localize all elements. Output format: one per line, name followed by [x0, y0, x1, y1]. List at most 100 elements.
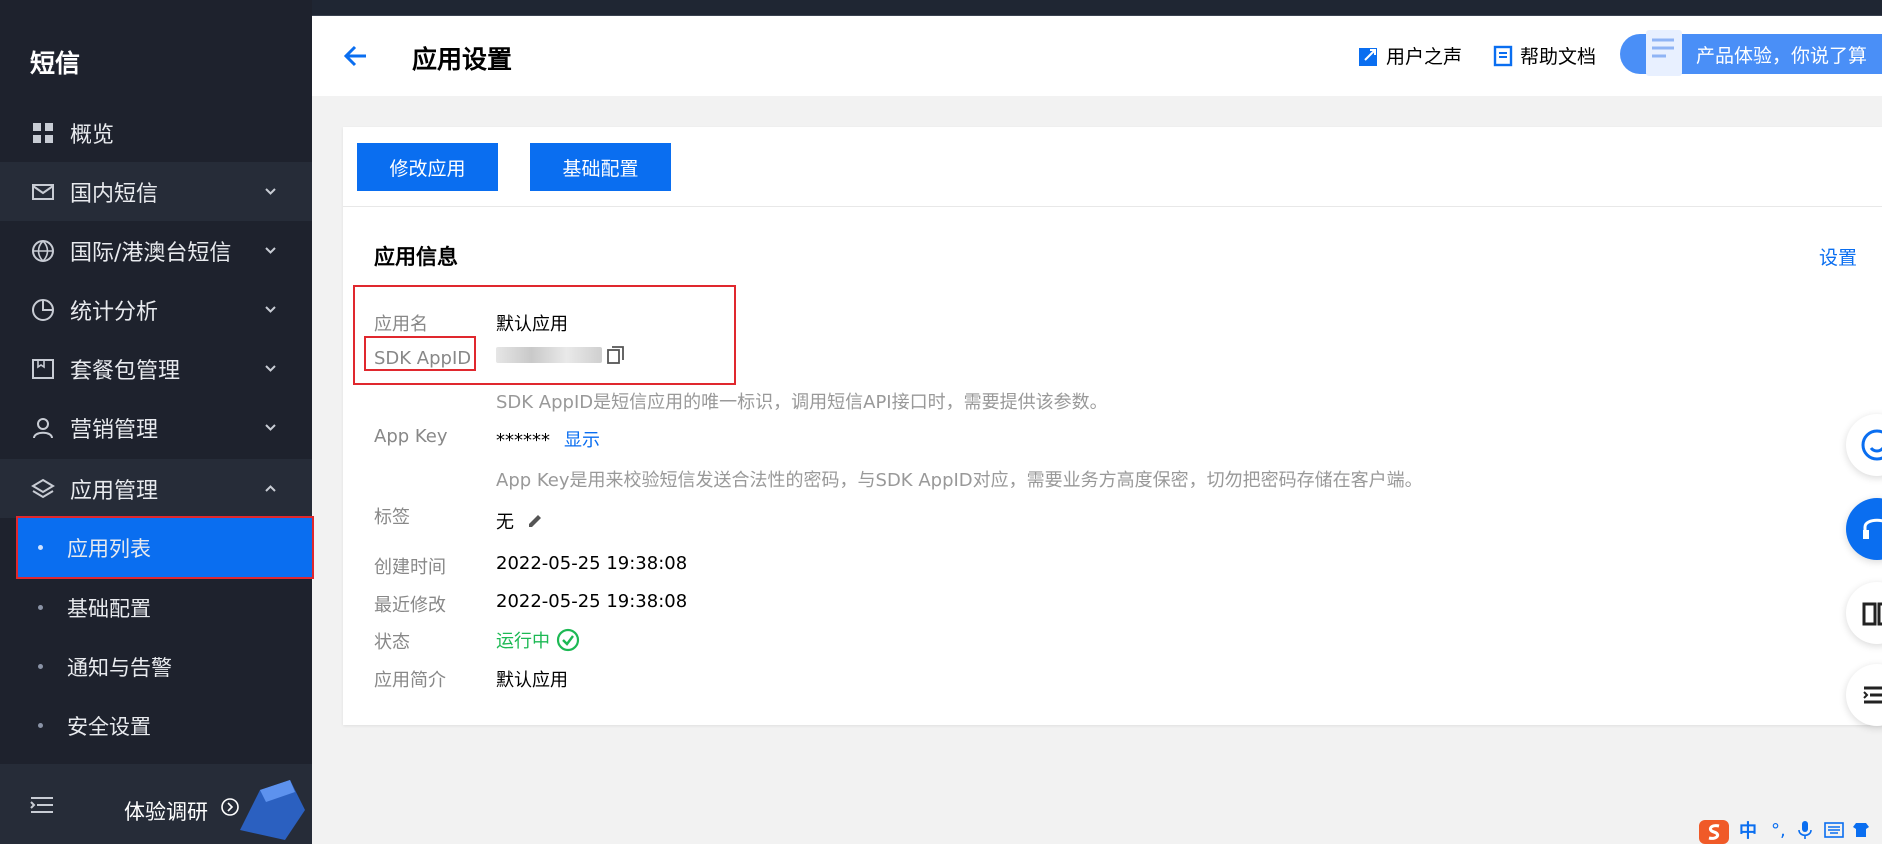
description-value: 默认应用: [496, 670, 568, 691]
ime-language[interactable]: 中: [1739, 817, 1757, 843]
survey-document-icon: [1646, 30, 1682, 76]
user-icon: [30, 415, 56, 441]
sogou-logo-icon: [1699, 820, 1729, 844]
chevron-down-icon: [265, 188, 276, 195]
description-label: 应用简介: [374, 670, 446, 691]
back-arrow-icon[interactable]: [342, 42, 370, 70]
pie-chart-icon: [30, 297, 56, 323]
sidebar-item-overview[interactable]: 概览: [0, 103, 312, 162]
sidebar-item-label: 应用管理: [70, 478, 159, 504]
menu-float-button[interactable]: [1846, 664, 1882, 726]
sidebar-subitem-label: 应用列表: [67, 536, 151, 561]
sidebar-footer: 体验调研: [0, 764, 312, 844]
sdk-appid-value: [496, 345, 626, 365]
layers-icon: [30, 476, 56, 502]
sidebar-item-app-management[interactable]: 应用管理: [0, 459, 312, 518]
ime-toolbar: 中 °,: [1697, 816, 1882, 844]
status-badge: 运行中: [496, 627, 580, 653]
smiley-icon: [1861, 429, 1882, 461]
mail-icon: [30, 179, 56, 205]
settings-link[interactable]: 设置: [1819, 243, 1857, 270]
sdk-appid-label: SDK AppID: [374, 348, 472, 369]
circle-arrow-right-icon[interactable]: [220, 797, 240, 817]
status-text: 运行中: [496, 631, 550, 652]
app-name-value: 默认应用: [496, 314, 568, 335]
edit-app-button[interactable]: 修改应用: [357, 143, 498, 191]
chevron-down-icon: [265, 365, 276, 372]
created-label: 创建时间: [374, 557, 446, 578]
edit-square-icon: [1359, 47, 1377, 66]
app-name-label: 应用名: [374, 314, 428, 335]
sidebar-title: 短信: [30, 49, 81, 78]
page-header: 应用设置 用户之声 帮助文档 产品体验，你说了算: [312, 16, 1882, 96]
appkey-hint: App Key是用来校验短信发送合法性的密码，与SDK AppID对应，需要业务…: [496, 470, 1423, 491]
docs-float-button[interactable]: [1846, 582, 1882, 644]
sidebar-item-label: 概览: [70, 122, 115, 148]
status-label: 状态: [374, 632, 410, 653]
check-circle-icon: [556, 628, 580, 652]
tag-label: 标签: [374, 507, 410, 528]
sidebar-subitem-label: 通知与告警: [67, 655, 172, 680]
sidebar-subitem-notifications[interactable]: 通知与告警: [0, 637, 312, 696]
package-icon: [30, 356, 56, 382]
globe-icon: [30, 238, 56, 264]
dashboard-icon: [30, 120, 56, 146]
modified-value: 2022-05-25 19:38:08: [496, 591, 688, 612]
sidebar-subitem-app-list[interactable]: 应用列表: [16, 516, 314, 579]
copy-icon[interactable]: [606, 345, 626, 365]
created-value: 2022-05-25 19:38:08: [496, 553, 688, 574]
sidebar-item-label: 国际/港澳台短信: [70, 240, 232, 266]
tag-text: 无: [496, 512, 514, 533]
help-docs-link[interactable]: 帮助文档: [1492, 42, 1596, 69]
bullet-icon: [38, 664, 43, 669]
redacted-appid: [496, 347, 602, 363]
app-settings-card: 修改应用 基础配置 应用信息 设置 应用名 默认应用 SDK AppID SDK…: [343, 127, 1882, 725]
sidebar-item-marketing[interactable]: 营销管理: [0, 398, 312, 457]
keyboard-icon[interactable]: [1823, 822, 1844, 838]
collapse-menu-icon[interactable]: [30, 796, 54, 814]
divider: [343, 206, 1882, 207]
chevron-up-icon: [265, 485, 276, 492]
chevron-down-icon: [265, 247, 276, 254]
bullet-icon: [38, 723, 43, 728]
chevron-down-icon: [265, 424, 276, 431]
sidebar-subitem-security[interactable]: 安全设置: [0, 696, 312, 755]
headset-icon: [1863, 518, 1882, 539]
tag-value: 无: [496, 508, 544, 534]
bullet-icon: [38, 605, 43, 610]
sidebar-item-domestic-sms[interactable]: 国内短信: [0, 162, 312, 221]
sidebar-item-packages[interactable]: 套餐包管理: [0, 339, 312, 398]
pencil-icon[interactable]: [526, 512, 544, 530]
appkey-value: ****** 显示: [496, 426, 600, 452]
sidebar: 短信 概览 国内短信 国际/港澳台短信 统计分析 套餐包管理 营销管理 应用管理…: [0, 0, 314, 844]
sidebar-subitem-basic-config[interactable]: 基础配置: [0, 578, 312, 637]
sidebar-subitem-label: 安全设置: [67, 714, 151, 739]
section-title: 应用信息: [374, 245, 458, 269]
book-icon: [1862, 602, 1882, 626]
modified-label: 最近修改: [374, 595, 446, 616]
sidebar-item-label: 统计分析: [70, 299, 159, 325]
smiley-feedback-button[interactable]: [1846, 414, 1882, 476]
sidebar-item-statistics[interactable]: 统计分析: [0, 280, 312, 339]
customer-service-button[interactable]: [1846, 498, 1882, 560]
page-title: 应用设置: [412, 45, 513, 74]
bullet-icon: [38, 545, 43, 550]
sidebar-item-label: 国内短信: [70, 181, 159, 207]
microphone-icon[interactable]: [1797, 820, 1812, 840]
feedback-link[interactable]: 用户之声: [1358, 42, 1462, 69]
sidebar-item-intl-sms[interactable]: 国际/港澳台短信: [0, 221, 312, 280]
document-icon: [1493, 45, 1513, 66]
survey-illustration-icon: [240, 780, 305, 840]
survey-link[interactable]: 体验调研: [124, 796, 208, 826]
sdk-appid-hint: SDK AppID是短信应用的唯一标识，调用短信API接口时，需要提供该参数。: [496, 392, 1108, 413]
appkey-label: App Key: [374, 426, 448, 447]
chevron-down-icon: [265, 306, 276, 313]
sidebar-subitem-label: 基础配置: [67, 596, 151, 621]
appkey-masked: ******: [496, 430, 550, 451]
punctuation-icon[interactable]: °,: [1771, 820, 1786, 841]
list-icon: [1863, 686, 1882, 704]
sidebar-item-label: 套餐包管理: [70, 358, 181, 384]
show-appkey-link[interactable]: 显示: [564, 430, 600, 451]
basic-config-button[interactable]: 基础配置: [530, 143, 671, 191]
skin-shirt-icon[interactable]: [1852, 821, 1870, 839]
